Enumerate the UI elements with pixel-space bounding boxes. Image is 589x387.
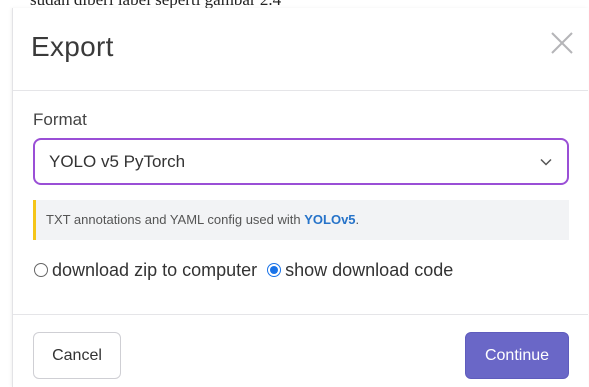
info-description: TXT annotations and YAML config used wit…	[46, 212, 305, 227]
option-show-code[interactable]: show download code	[267, 260, 453, 281]
dialog-title: Export	[31, 31, 114, 62]
info-text: TXT annotations and YAML config used wit…	[46, 212, 359, 227]
format-select[interactable]: YOLO v5 PyTorch	[33, 138, 569, 185]
option-show-code-label: show download code	[285, 259, 454, 280]
chevron-down-icon	[539, 155, 553, 169]
format-info-box: TXT annotations and YAML config used wit…	[33, 200, 569, 240]
background-caption: sudah diberi label seperti gambar 2.4	[0, 0, 589, 8]
dialog-header: Export	[13, 8, 588, 90]
footer-divider	[13, 314, 588, 315]
close-icon[interactable]	[549, 30, 575, 56]
radio-show-code[interactable]	[267, 263, 282, 277]
download-options: download zip to computer show download c…	[34, 258, 453, 282]
format-label: Format	[33, 110, 87, 129]
header-divider	[13, 90, 588, 91]
format-selected-value: YOLO v5 PyTorch	[49, 152, 186, 171]
continue-button[interactable]: Continue	[465, 332, 569, 379]
yolov5-link[interactable]: YOLOv5	[304, 212, 355, 227]
option-download-zip[interactable]: download zip to computer	[34, 260, 257, 281]
export-dialog: Export Format YOLO v5 PyTorch TXT annota…	[12, 8, 588, 387]
info-suffix: .	[355, 212, 360, 227]
option-download-zip-label: download zip to computer	[52, 259, 258, 280]
radio-download-zip[interactable]	[34, 263, 48, 277]
cancel-button[interactable]: Cancel	[33, 332, 121, 379]
